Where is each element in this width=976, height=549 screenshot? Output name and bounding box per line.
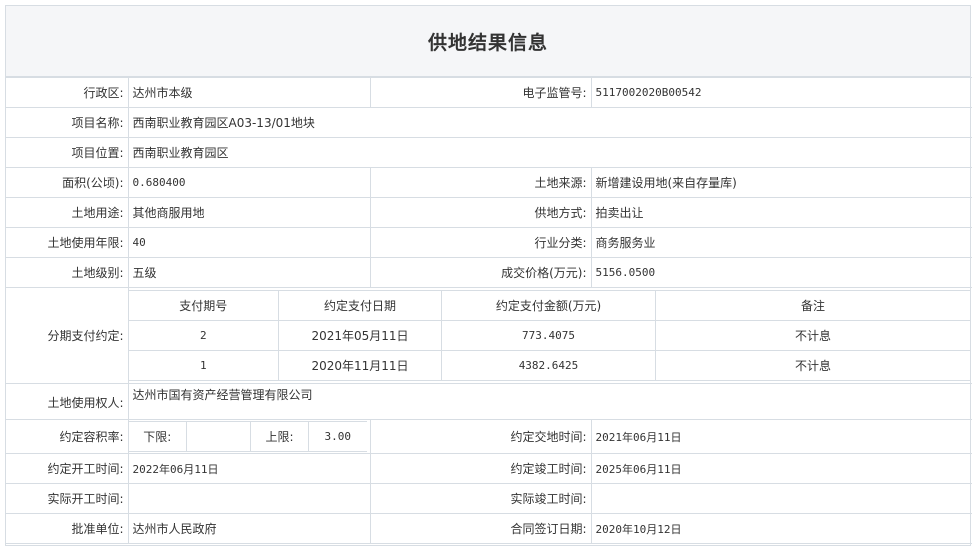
handover-label: 约定交地时间:	[369, 419, 592, 454]
project-location-label: 项目位置:	[6, 137, 129, 168]
installments-cell: 支付期号 约定支付日期 约定支付金额(万元) 备注 2 2021年05月11日 …	[127, 287, 972, 384]
payment-date: 2021年05月11日	[278, 320, 442, 351]
row-actual: 实际开工时间: 实际竣工时间:	[6, 483, 972, 514]
land-grade-value: 五级	[127, 257, 371, 288]
title-bar: 供地结果信息	[6, 6, 970, 77]
payment-period: 1	[129, 350, 279, 381]
supply-method-label: 供地方式:	[369, 197, 592, 228]
owner-value: 达州市国有资产经营管理有限公司	[127, 383, 972, 420]
payments-header-row: 支付期号 约定支付日期 约定支付金额(万元) 备注	[129, 290, 970, 321]
district-label: 行政区:	[6, 77, 129, 108]
land-use-value: 其他商服用地	[127, 197, 371, 228]
table-row: 2 2021年05月11日 773.4075 不计息	[129, 320, 970, 351]
area-label: 面积(公顷):	[6, 167, 129, 198]
payments-header: 支付期号	[129, 290, 279, 321]
project-name-value: 西南职业教育园区A03-13/01地块	[127, 107, 972, 138]
far-upper-value: 3.00	[308, 421, 367, 452]
approver-value: 达州市人民政府	[127, 513, 371, 544]
info-table: 行政区: 达州市本级 电子监管号: 5117002020B00542 项目名称:…	[6, 77, 972, 544]
handover-value: 2021年06月11日	[590, 419, 972, 454]
row-installments: 分期支付约定: 支付期号 约定支付日期 约定支付金额(万元) 备注 2 2021…	[6, 287, 972, 384]
use-years-label: 土地使用年限:	[6, 227, 129, 258]
row-owner: 土地使用权人: 达州市国有资产经营管理有限公司	[6, 383, 972, 420]
deal-price-label: 成交价格(万元):	[369, 257, 592, 288]
supervision-no-value: 5117002020B00542	[590, 77, 972, 108]
completion-label: 约定竣工时间:	[369, 453, 592, 484]
actual-start-label: 实际开工时间:	[6, 483, 129, 514]
far-lower-label: 下限:	[129, 421, 187, 452]
payments-header: 约定支付金额(万元)	[441, 290, 656, 321]
area-value: 0.680400	[127, 167, 371, 198]
far-cell: 下限: 上限: 3.00	[127, 419, 371, 454]
row-approver: 批准单位: 达州市人民政府 合同签订日期: 2020年10月12日	[6, 513, 972, 544]
district-value: 达州市本级	[127, 77, 371, 108]
project-location-value: 西南职业教育园区	[127, 137, 972, 168]
deal-price-value: 5156.0500	[590, 257, 972, 288]
far-label: 约定容积率:	[6, 419, 129, 454]
completion-value: 2025年06月11日	[590, 453, 972, 484]
payments-header: 备注	[655, 290, 970, 321]
row-use-years: 土地使用年限: 40 行业分类: 商务服务业	[6, 227, 972, 258]
supply-method-value: 拍卖出让	[590, 197, 972, 228]
land-grade-label: 土地级别:	[6, 257, 129, 288]
contract-date-value: 2020年10月12日	[590, 513, 972, 544]
row-district: 行政区: 达州市本级 电子监管号: 5117002020B00542	[6, 77, 972, 108]
installments-label: 分期支付约定:	[6, 287, 129, 384]
row-project-name: 项目名称: 西南职业教育园区A03-13/01地块	[6, 107, 972, 138]
far-lower-value	[186, 421, 251, 452]
payment-period: 2	[129, 320, 279, 351]
contract-date-label: 合同签订日期:	[369, 513, 592, 544]
actual-start-value	[127, 483, 371, 514]
far-upper-label: 上限:	[250, 421, 309, 452]
owner-label: 土地使用权人:	[6, 383, 129, 420]
land-supply-panel: 供地结果信息 行政区: 达州市本级 电子监管号: 5117002020B0054…	[5, 5, 972, 546]
row-far: 约定容积率: 下限: 上限: 3.00 约定交地时间: 2021年06月11日	[6, 419, 972, 454]
payment-note: 不计息	[655, 320, 970, 351]
industry-value: 商务服务业	[590, 227, 972, 258]
actual-completion-value	[590, 483, 972, 514]
payments-header: 约定支付日期	[278, 290, 442, 321]
land-source-value: 新增建设用地(来自存量库)	[590, 167, 972, 198]
industry-label: 行业分类:	[369, 227, 592, 258]
row-area: 面积(公顷): 0.680400 土地来源: 新增建设用地(来自存量库)	[6, 167, 972, 198]
row-start: 约定开工时间: 2022年06月11日 约定竣工时间: 2025年06月11日	[6, 453, 972, 484]
far-range: 下限: 上限: 3.00	[129, 421, 367, 452]
project-name-label: 项目名称:	[6, 107, 129, 138]
start-value: 2022年06月11日	[127, 453, 371, 484]
supervision-no-label: 电子监管号:	[369, 77, 592, 108]
row-land-grade: 土地级别: 五级 成交价格(万元): 5156.0500	[6, 257, 972, 288]
row-project-location: 项目位置: 西南职业教育园区	[6, 137, 972, 168]
land-source-label: 土地来源:	[369, 167, 592, 198]
actual-completion-label: 实际竣工时间:	[369, 483, 592, 514]
payment-note: 不计息	[655, 350, 970, 381]
payment-date: 2020年11月11日	[278, 350, 442, 381]
payments-table: 支付期号 约定支付日期 约定支付金额(万元) 备注 2 2021年05月11日 …	[129, 290, 970, 381]
row-land-use: 土地用途: 其他商服用地 供地方式: 拍卖出让	[6, 197, 972, 228]
use-years-value: 40	[127, 227, 371, 258]
table-row: 1 2020年11月11日 4382.6425 不计息	[129, 350, 970, 381]
payment-amount: 4382.6425	[441, 350, 656, 381]
payment-amount: 773.4075	[441, 320, 656, 351]
start-label: 约定开工时间:	[6, 453, 129, 484]
page-title: 供地结果信息	[427, 31, 548, 54]
land-use-label: 土地用途:	[6, 197, 129, 228]
approver-label: 批准单位:	[6, 513, 129, 544]
